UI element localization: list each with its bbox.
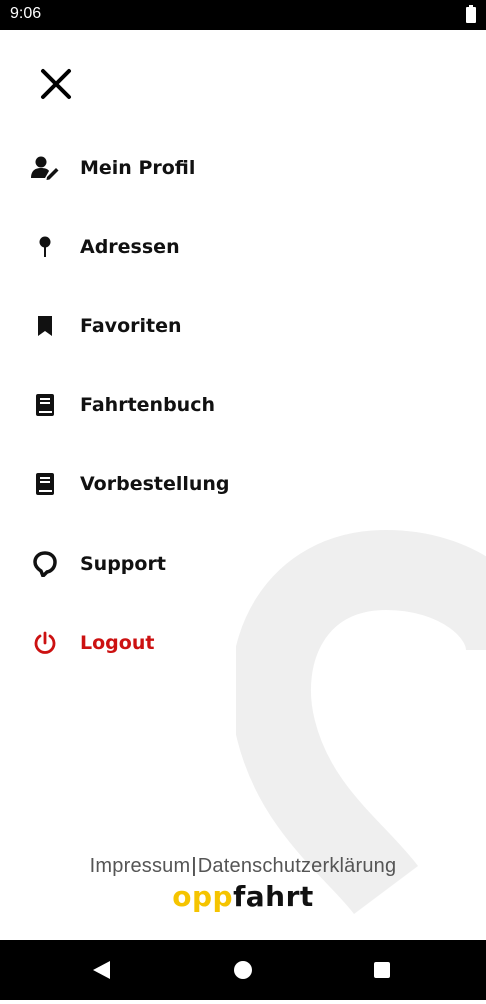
recents-square-icon <box>374 962 390 978</box>
book-icon <box>30 390 60 420</box>
bookmark-icon <box>30 311 60 341</box>
brand-logo: oppfahrt <box>0 880 486 913</box>
close-button[interactable] <box>36 64 76 104</box>
menu-item-fahrtenbuch[interactable]: Fahrtenbuch <box>30 385 290 425</box>
user-edit-icon <box>30 153 60 183</box>
back-triangle-icon <box>93 961 110 979</box>
menu-item-adressen[interactable]: Adressen <box>30 227 290 267</box>
footer-separator: | <box>191 855 197 877</box>
datenschutz-link[interactable]: Datenschutzerklärung <box>198 855 397 877</box>
impressum-link[interactable]: Impressum <box>90 855 191 877</box>
home-button[interactable] <box>213 940 273 1000</box>
menu-item-label: Mein Profil <box>80 157 196 179</box>
status-time: 9:06 <box>10 5 42 22</box>
menu-item-label: Fahrtenbuch <box>80 394 215 416</box>
menu-item-support[interactable]: Support <box>30 544 290 584</box>
menu-item-label: Favoriten <box>80 315 182 337</box>
footer-links: Impressum|Datenschutzerklärung <box>0 855 486 878</box>
menu-item-label: Support <box>80 553 166 575</box>
recents-button[interactable] <box>352 940 412 1000</box>
support-logo-icon <box>30 549 60 579</box>
battery-full-icon <box>466 5 476 23</box>
back-button[interactable] <box>72 940 132 1000</box>
close-icon <box>41 69 71 99</box>
menu-item-favoriten[interactable]: Favoriten <box>30 306 290 346</box>
menu-item-label: Vorbestellung <box>80 473 230 495</box>
menu-item-vorbestellung[interactable]: Vorbestellung <box>30 464 290 504</box>
brand-suffix: fahrt <box>233 880 314 913</box>
navigation-bar <box>0 940 486 1000</box>
menu-item-mein-profil[interactable]: Mein Profil <box>30 148 290 188</box>
status-bar: 9:06 <box>0 0 486 30</box>
menu-item-label: Logout <box>80 632 155 654</box>
menu-item-logout[interactable]: Logout <box>30 623 290 663</box>
power-icon <box>30 628 60 658</box>
home-circle-icon <box>234 961 252 979</box>
brand-prefix: opp <box>172 880 234 913</box>
menu-item-label: Adressen <box>80 236 180 258</box>
book-icon <box>30 469 60 499</box>
map-pin-icon <box>30 232 60 262</box>
